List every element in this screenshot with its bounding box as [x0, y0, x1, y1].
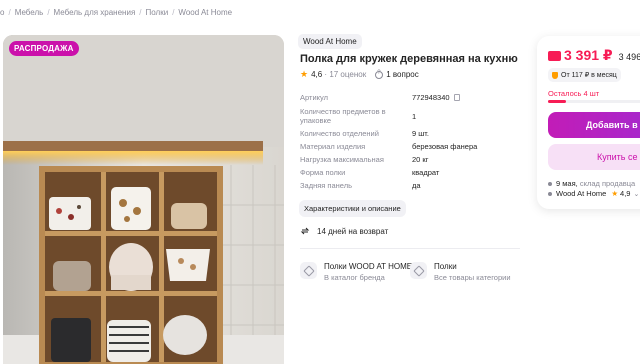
rating-separator: ·	[322, 70, 330, 79]
product-photo-illustration	[3, 35, 284, 364]
price-old: 3 496 ₽	[618, 52, 640, 62]
delivery-dot-icon	[548, 181, 552, 186]
breadcrumb: о / Мебель / Мебель для хранения / Полки / Wood …	[0, 8, 232, 17]
stock-progress	[548, 100, 640, 103]
sale-badge: РАСПРОДАЖА	[9, 41, 79, 56]
shield-icon	[552, 71, 558, 79]
breadcrumb-item[interactable]: Мебель для хранения	[54, 8, 136, 17]
spec-key: Количество предметов в упаковке	[300, 107, 386, 125]
price-card: 3 391 ₽ 3 496 ₽ От 117 ₽ в месяц Осталос…	[537, 36, 640, 209]
breadcrumb-item[interactable]: о	[0, 8, 4, 17]
delivery-place: склад продавца	[579, 179, 636, 188]
add-to-cart-button[interactable]: Добавить в к	[548, 112, 640, 138]
spec-row: Форма полки квадрат	[300, 168, 530, 181]
spec-key: Задняя панель	[300, 181, 353, 190]
copy-icon[interactable]	[453, 94, 460, 101]
rating-row[interactable]: ★ 4,6 · 17 оценок 1 вопрос	[300, 69, 419, 80]
delivery-info: 9 мая, склад продавца	[548, 179, 635, 188]
star-icon: ★	[611, 189, 619, 198]
stock-label: Осталось 4 шт	[548, 89, 600, 98]
spec-row: Количество отделений 9 шт.	[300, 129, 530, 142]
seller-link[interactable]: Wood At Home ★ 4,9 ⌄	[548, 189, 639, 198]
breadcrumb-separator: /	[172, 8, 175, 17]
return-icon	[300, 227, 310, 235]
tag-icon	[300, 262, 317, 279]
reviews-count[interactable]: 17 оценок	[329, 70, 366, 79]
breadcrumb-separator: /	[47, 8, 50, 17]
spec-row: Количество предметов в упаковке 1	[300, 107, 530, 129]
spec-value: 9 шт.	[412, 129, 429, 138]
buy-now-button[interactable]: Купить се	[548, 144, 640, 170]
spec-value: 1	[412, 112, 417, 121]
return-label: 14 дней на возврат	[317, 226, 389, 236]
spec-value: 772948340	[412, 93, 460, 102]
spec-key: Нагрузка максимальная	[300, 155, 384, 164]
brand-catalog-subtitle: В каталог бренда	[324, 273, 385, 282]
wallet-icon	[548, 50, 561, 61]
product-title: Полка для кружек деревянная на кухню	[300, 53, 518, 65]
breadcrumb-separator: /	[8, 8, 11, 17]
questions-link[interactable]: 1 вопрос	[386, 70, 419, 79]
installment-label: От 117 ₽ в месяц	[561, 72, 617, 79]
characteristics-link[interactable]: Характеристики и описание	[299, 200, 406, 217]
seller-dot-icon	[548, 191, 552, 196]
spec-value: березовая фанера	[412, 142, 478, 151]
star-icon: ★	[300, 69, 309, 79]
divider	[300, 248, 520, 249]
brand-catalog-link[interactable]: Полки WOOD AT HOME В каталог бренда	[300, 262, 412, 282]
delivery-date: 9 мая,	[556, 179, 578, 188]
spec-row: Задняя панель да	[300, 181, 530, 194]
chevron-down-icon: ⌄	[633, 190, 640, 198]
category-title: Полки	[434, 262, 457, 271]
spec-key: Количество отделений	[300, 129, 379, 138]
seller-rating: 4,9	[620, 189, 631, 198]
question-icon	[375, 70, 384, 79]
spec-key: Артикул	[300, 93, 328, 102]
spec-row: Нагрузка максимальная 20 кг	[300, 155, 530, 168]
return-info[interactable]: 14 дней на возврат	[300, 226, 388, 236]
stock-progress-fill	[548, 100, 566, 103]
spec-key: Форма полки	[300, 168, 346, 177]
price-row: 3 391 ₽ 3 496 ₽	[548, 47, 640, 64]
seller-name: Wood At Home	[556, 189, 607, 198]
brand-link[interactable]: Wood At Home	[298, 34, 362, 49]
article-number: 772948340	[412, 93, 450, 102]
breadcrumb-separator: /	[139, 8, 142, 17]
category-subtitle: Все товары категории	[434, 273, 511, 282]
breadcrumb-item[interactable]: Wood At Home	[178, 8, 232, 17]
spec-value: да	[412, 181, 421, 190]
spec-value: 20 кг	[412, 155, 429, 164]
installment-badge[interactable]: От 117 ₽ в месяц	[548, 68, 621, 82]
price-current: 3 391 ₽	[564, 47, 613, 63]
spec-key: Материал изделия	[300, 142, 366, 151]
breadcrumb-item[interactable]: Мебель	[15, 8, 44, 17]
breadcrumb-item[interactable]: Полки	[146, 8, 169, 17]
category-link[interactable]: Полки Все товары категории	[410, 262, 511, 282]
specs-table: Артикул 772948340 Количество предметов в…	[300, 93, 530, 194]
category-icon	[410, 262, 427, 279]
brand-catalog-title: Полки WOOD AT HOME	[324, 262, 413, 271]
product-photo[interactable]	[3, 35, 284, 364]
spec-value: квадрат	[412, 168, 440, 177]
spec-row: Артикул 772948340	[300, 93, 530, 107]
rating-value: 4,6	[311, 70, 323, 79]
spec-row: Материал изделия березовая фанера	[300, 142, 530, 155]
